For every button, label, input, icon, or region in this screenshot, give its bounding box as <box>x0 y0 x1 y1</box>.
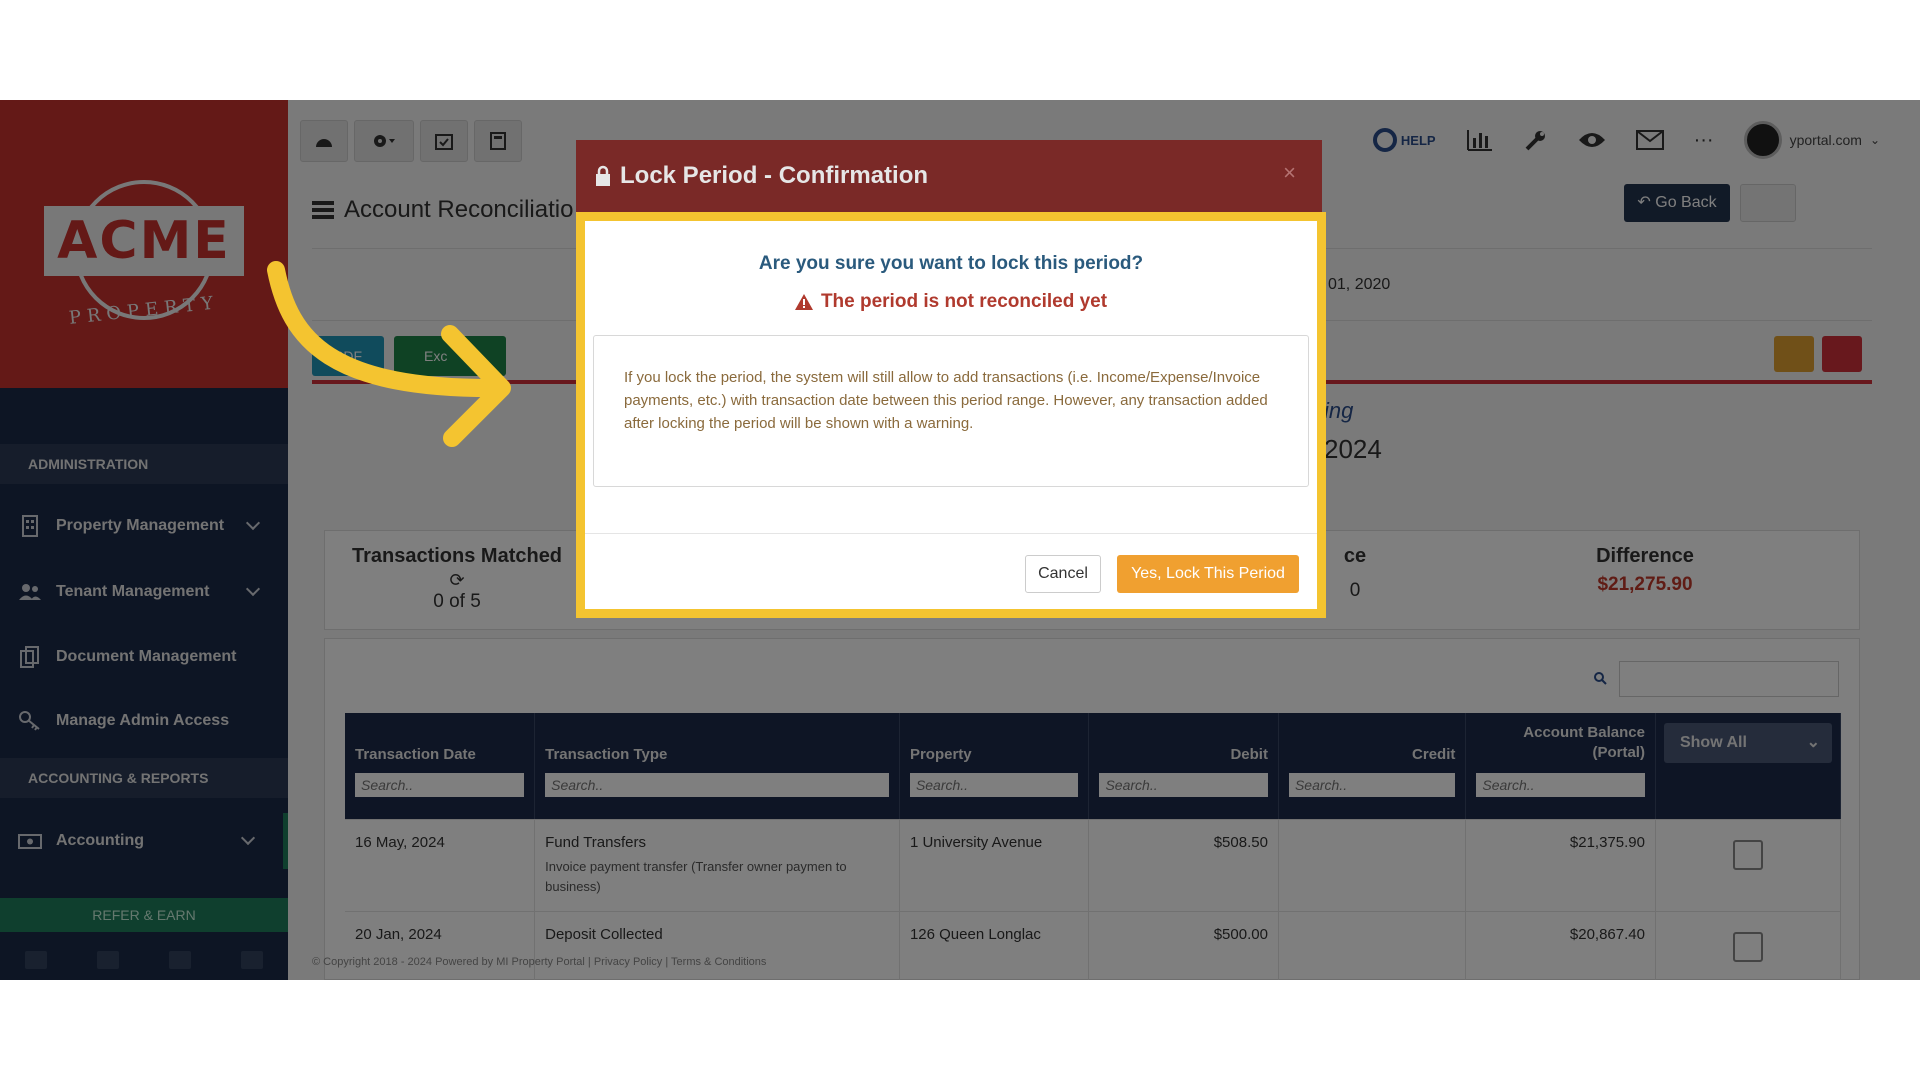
cancel-button[interactable]: Cancel <box>1025 555 1101 593</box>
modal-divider <box>585 533 1317 534</box>
modal-question: Are you sure you want to lock this perio… <box>758 253 1144 274</box>
lock-icon <box>596 165 610 186</box>
modal-warning-text: The period is not reconciled yet <box>820 291 1108 312</box>
modal-body: Are you sure you want to lock this perio… <box>576 212 1326 618</box>
warning-icon <box>794 294 813 310</box>
modal-title-text: Lock Period - Confirmation <box>620 162 929 189</box>
annotation-arrow <box>267 261 511 447</box>
modal-info-text: If you lock the period, the system will … <box>593 335 1309 487</box>
modal-warning: The period is not reconciled yet <box>585 291 1317 313</box>
close-icon[interactable]: × <box>1283 160 1296 186</box>
modal-title: Lock Period - Confirmation <box>594 140 928 212</box>
modal-header: Lock Period - Confirmation × <box>576 140 1322 212</box>
app-window: ACME PROPERTY ADMINISTRATION Property Ma… <box>0 100 1920 980</box>
lock-period-button[interactable]: Yes, Lock This Period <box>1117 555 1299 593</box>
